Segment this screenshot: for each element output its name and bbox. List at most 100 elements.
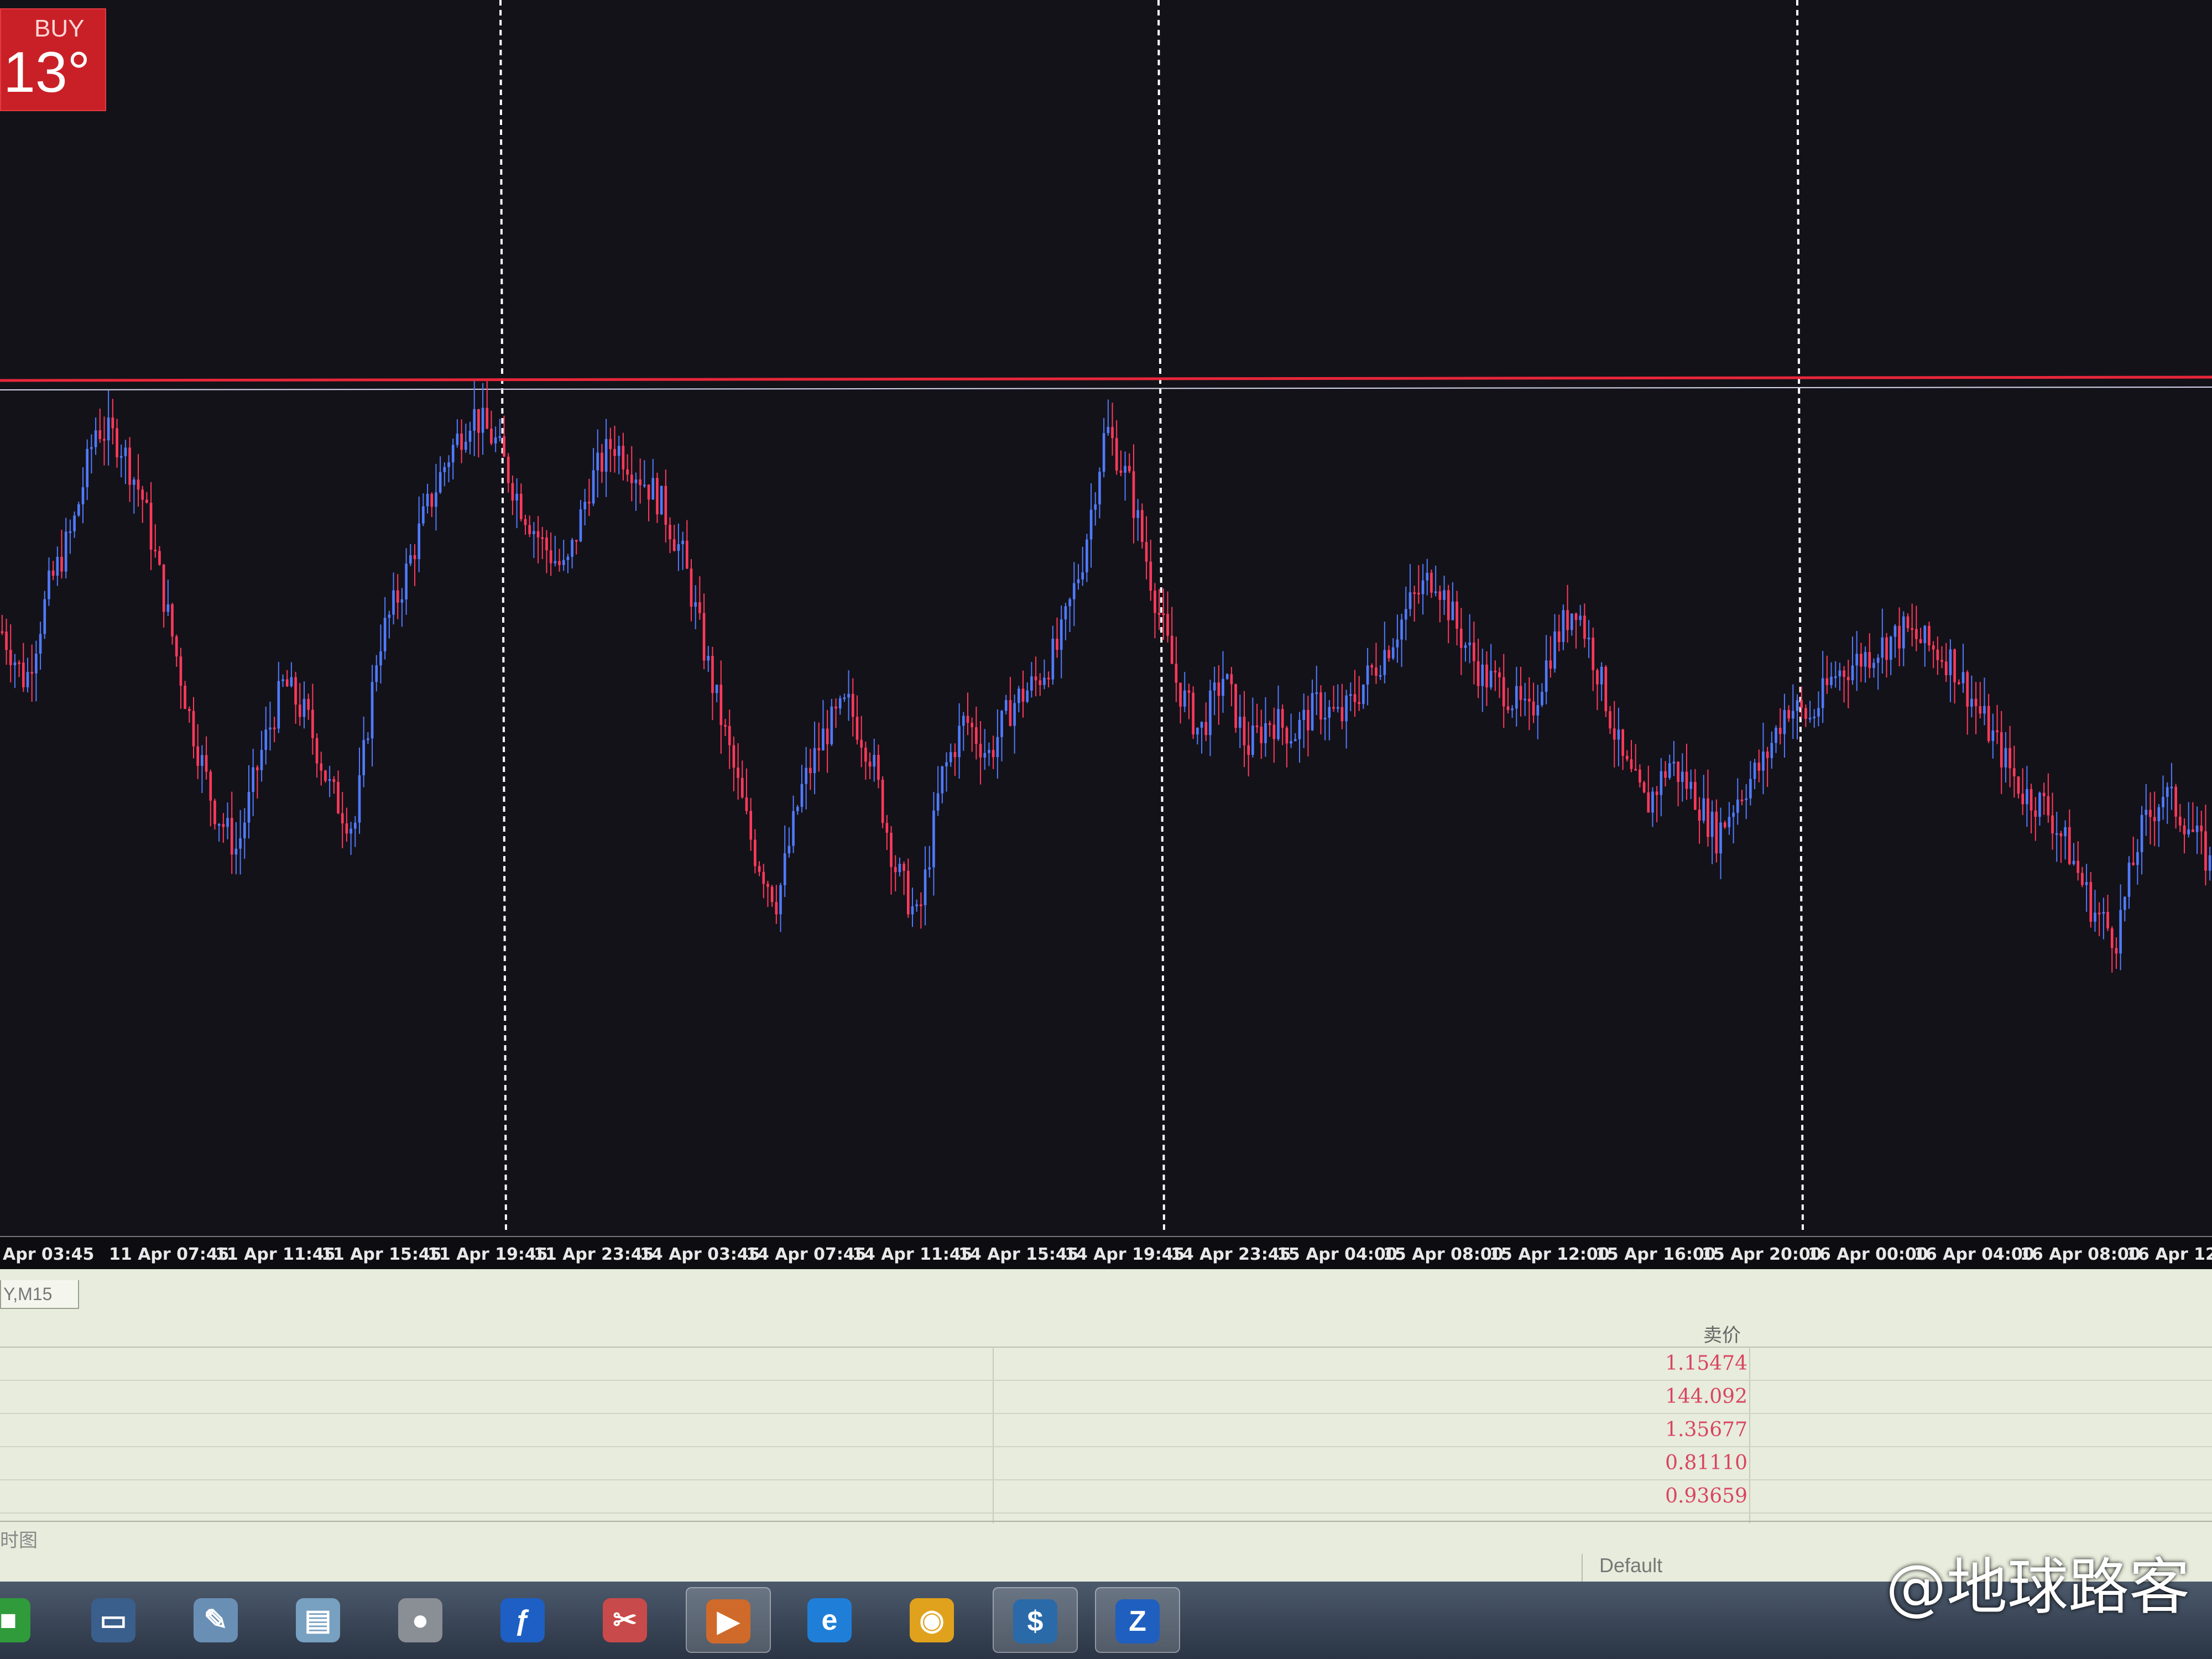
candle-body xyxy=(494,437,497,444)
candle-body xyxy=(1366,665,1369,685)
candle-body xyxy=(1906,616,1910,628)
candle-body xyxy=(1775,728,1777,743)
quote-header: 卖价 xyxy=(0,1313,2212,1348)
media-player-taskbar-button[interactable]: ▶ xyxy=(686,1587,771,1653)
recorder-taskbar-button[interactable]: ● xyxy=(379,1587,462,1651)
candle-body xyxy=(805,768,807,784)
candle-body xyxy=(418,523,420,560)
candle-body xyxy=(222,824,225,827)
candle-body xyxy=(2183,825,2186,834)
candle-body xyxy=(81,487,85,505)
time-tick-label: 14 Apr 19:45 xyxy=(1065,1245,1185,1264)
candle-body xyxy=(1571,613,1573,630)
candle-body xyxy=(702,613,706,661)
candle-body xyxy=(1154,591,1156,613)
snipping-tool-taskbar-button[interactable]: ✂ xyxy=(583,1587,666,1651)
candle-body xyxy=(1379,675,1382,677)
one-click-buy-button[interactable]: BUY 13° xyxy=(0,8,106,111)
time-tick-label: 11 Apr 19:45 xyxy=(427,1245,548,1264)
candle-body xyxy=(881,780,884,823)
time-tick-label: 16 Apr 00:00 xyxy=(1808,1245,1928,1264)
candle-body xyxy=(243,822,246,838)
quote-row[interactable]: 0.81110 xyxy=(0,1446,2212,1480)
candle-body xyxy=(660,486,663,515)
period-separator xyxy=(1796,0,1804,1234)
candle-body xyxy=(439,472,442,493)
paint-taskbar-button[interactable]: ✎ xyxy=(174,1587,257,1651)
candle-body xyxy=(1566,610,1569,630)
candle-body xyxy=(2195,825,2199,832)
candle-body xyxy=(1013,703,1016,726)
trading-terminal-taskbar-button[interactable]: $ xyxy=(993,1587,1078,1653)
candle-body xyxy=(588,502,591,504)
candle-body xyxy=(962,716,965,726)
candle-body xyxy=(1464,645,1467,648)
candle-body xyxy=(1451,601,1454,620)
candle-body xyxy=(1511,708,1514,711)
candle-body xyxy=(447,462,450,467)
candle-body xyxy=(2208,855,2211,871)
quote-row[interactable]: 1.15474 xyxy=(0,1347,2212,1381)
candle-body xyxy=(43,599,46,634)
windows-flag-taskbar-button[interactable]: ■ xyxy=(0,1587,50,1651)
candle-body xyxy=(1881,637,1884,658)
candle-body xyxy=(694,602,697,607)
snipping-tool-icon: ✂ xyxy=(603,1598,647,1642)
candle-body xyxy=(855,717,859,740)
candle-body xyxy=(1541,692,1543,706)
tab-chart[interactable]: 时图 xyxy=(0,1525,38,1552)
candle-body xyxy=(2204,831,2207,871)
candle-body xyxy=(1481,664,1484,686)
candle-body xyxy=(1034,676,1037,681)
candle-body xyxy=(524,519,527,525)
internet-explorer-taskbar-button[interactable]: e xyxy=(788,1587,871,1651)
candle-body xyxy=(302,698,306,717)
candle-body xyxy=(39,634,42,654)
candle-body xyxy=(2166,787,2169,797)
candle-body xyxy=(1804,708,1807,719)
candle-body xyxy=(822,728,825,751)
candle-body xyxy=(1468,642,1471,645)
chart-canvas[interactable] xyxy=(0,0,2212,1236)
candle-body xyxy=(809,768,812,774)
candle-body xyxy=(1166,614,1169,636)
candle-body xyxy=(741,778,744,797)
candle-body xyxy=(358,775,361,823)
candle-body xyxy=(1183,690,1186,707)
remote-app-taskbar-button[interactable]: Z xyxy=(1095,1587,1180,1653)
sell-column-header[interactable]: 卖价 xyxy=(1703,1320,1741,1347)
quote-row[interactable]: 144.092 xyxy=(0,1380,2212,1414)
candle-body xyxy=(1919,639,1922,643)
chrome-taskbar-button[interactable]: ◉ xyxy=(890,1587,973,1651)
notebook-taskbar-button[interactable]: ▤ xyxy=(276,1587,359,1651)
flash-taskbar-button[interactable]: ƒ xyxy=(481,1587,564,1651)
candle-body xyxy=(1370,665,1374,668)
candle-body xyxy=(1043,677,1046,685)
chrome-icon: ◉ xyxy=(910,1598,954,1642)
candle-body xyxy=(894,867,897,873)
candle-body xyxy=(766,884,769,887)
candle-body xyxy=(341,813,344,823)
candle-body xyxy=(1800,700,1803,708)
candle-body xyxy=(1136,510,1139,518)
candle-body xyxy=(533,531,535,534)
candle-body xyxy=(400,599,404,603)
candle-body xyxy=(2149,810,2152,817)
candle-body xyxy=(311,709,314,738)
time-tick-label: 11 Apr 23:45 xyxy=(534,1245,654,1264)
quote-row[interactable]: 0.93659 xyxy=(0,1479,2212,1514)
candle-body xyxy=(1855,654,1858,666)
explorer-window-taskbar-button[interactable]: ▭ xyxy=(72,1587,155,1651)
candle-body xyxy=(686,540,688,569)
price-chart[interactable]: BUY 13° xyxy=(0,0,2212,1236)
candle-body xyxy=(2068,827,2071,864)
candle-body xyxy=(13,662,17,665)
candle-body xyxy=(592,470,595,504)
candle-body xyxy=(1119,470,1123,473)
candle-body xyxy=(1723,822,1726,827)
candle-body xyxy=(1766,752,1769,758)
quote-row[interactable]: 1.35677 xyxy=(0,1413,2212,1447)
chart-tab[interactable]: Y,M15 xyxy=(0,1280,79,1309)
candle-body xyxy=(1991,730,1995,741)
candle-body xyxy=(1239,717,1241,728)
